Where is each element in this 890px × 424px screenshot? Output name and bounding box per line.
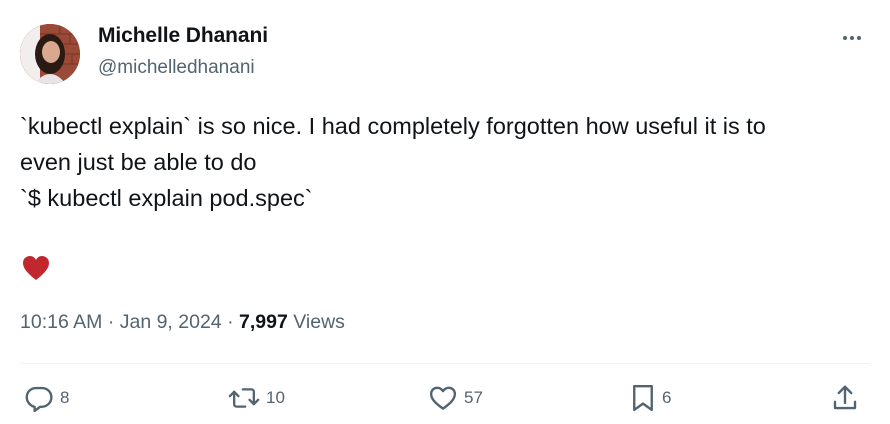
reply-button[interactable]: 8 bbox=[24, 378, 69, 418]
more-options-button[interactable] bbox=[836, 26, 868, 50]
views-count: 7,997 bbox=[239, 311, 288, 333]
like-icon bbox=[429, 386, 457, 410]
tweet-line: `kubectl explain` is so nice. I had comp… bbox=[20, 113, 766, 139]
action-bar: 8 10 57 6 bbox=[0, 378, 890, 418]
heart-emoji-icon bbox=[22, 255, 50, 281]
ellipsis-dot bbox=[857, 36, 861, 40]
like-count: 57 bbox=[464, 388, 483, 407]
meta-separator: · bbox=[227, 311, 234, 333]
like-button[interactable]: 57 bbox=[428, 378, 483, 418]
tweet-date[interactable]: Jan 9, 2024 bbox=[120, 311, 222, 333]
meta-separator: · bbox=[107, 311, 115, 333]
author-handle[interactable]: @michelledhanani bbox=[98, 57, 255, 79]
divider bbox=[20, 363, 870, 364]
tweet-text: `kubectl explain` is so nice. I had comp… bbox=[20, 108, 870, 216]
retweet-button[interactable]: 10 bbox=[228, 378, 285, 418]
ellipsis-icon bbox=[843, 36, 847, 40]
reply-icon bbox=[25, 386, 53, 413]
tweet-line: `$ kubectl explain pod.spec` bbox=[20, 185, 313, 211]
author-name[interactable]: Michelle Dhanani bbox=[98, 24, 268, 48]
retweet-count: 10 bbox=[266, 388, 285, 407]
views-label: Views bbox=[293, 311, 345, 333]
ellipsis-dot bbox=[850, 36, 854, 40]
avatar[interactable] bbox=[20, 24, 80, 84]
retweet-icon bbox=[228, 388, 260, 408]
bookmark-button[interactable]: 6 bbox=[630, 378, 671, 418]
tweet-meta: 10:16 AM · Jan 9, 2024 · 7,997 Views bbox=[20, 311, 345, 334]
share-icon bbox=[833, 385, 857, 410]
tweet-line: even just be able to do bbox=[20, 149, 257, 175]
tweet-time[interactable]: 10:16 AM bbox=[20, 311, 102, 333]
bookmark-icon bbox=[633, 384, 653, 412]
reply-count: 8 bbox=[60, 388, 70, 407]
bookmark-count: 6 bbox=[662, 388, 672, 407]
share-button[interactable] bbox=[830, 378, 860, 418]
